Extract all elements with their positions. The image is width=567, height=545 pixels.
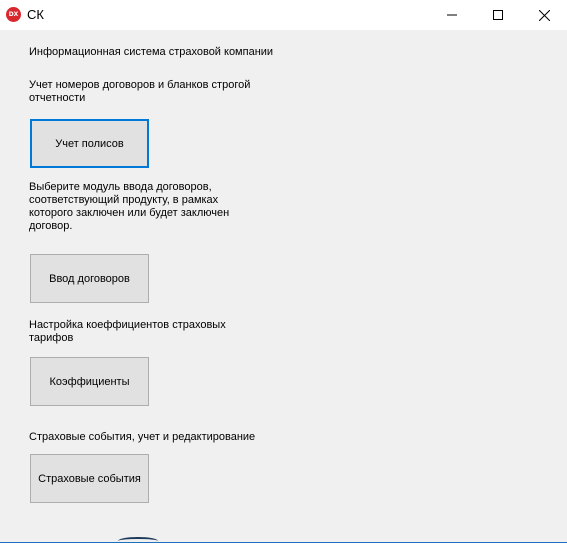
maximize-icon — [493, 10, 503, 20]
title-bar[interactable]: DX СК — [0, 0, 567, 30]
policies-button[interactable]: Учет полисов — [30, 119, 149, 168]
policies-description: Учет номеров договоров и бланков строгой… — [29, 79, 251, 104]
close-icon — [538, 9, 550, 21]
coefficients-description: Настройка коеффициентов страховых тарифо… — [29, 319, 226, 344]
events-description: Страховые события, учет и редактирование — [29, 431, 256, 443]
close-button[interactable] — [521, 0, 567, 30]
coefficients-button[interactable]: Коэффициенты — [30, 357, 149, 406]
maximize-button[interactable] — [475, 0, 521, 30]
minimize-button[interactable] — [429, 0, 475, 30]
system-heading: Информационная система страховой компани… — [29, 46, 274, 58]
app-window: DX СК Информационная система страховой к… — [0, 0, 567, 543]
contracts-description: Выберите модуль ввода договоров, соответ… — [29, 181, 230, 232]
window-title: СК — [27, 7, 44, 22]
minimize-icon — [447, 14, 457, 16]
taskbar-edge-decoration — [118, 537, 158, 545]
contracts-button[interactable]: Ввод договоров — [30, 254, 149, 303]
main-content: Информационная система страховой компани… — [0, 30, 567, 542]
events-button[interactable]: Страховые события — [30, 454, 149, 503]
devexpress-app-icon: DX — [6, 7, 21, 22]
